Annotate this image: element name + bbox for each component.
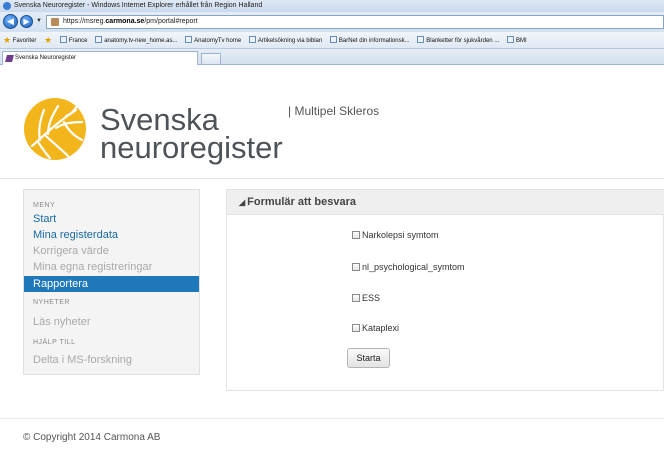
form-panel: ◢ Formulär att besvara Narkolepsi symtom … — [226, 189, 664, 391]
option-nl-psychological-symtom[interactable]: nl_psychological_symtom — [352, 262, 465, 272]
star-icon: ★ — [3, 35, 12, 45]
help-heading: HJÄLP TILL — [33, 339, 76, 346]
menu-heading: MENY — [33, 202, 56, 209]
sidebar-item-korrigera-varde[interactable]: Korrigera värde — [24, 243, 199, 259]
add-favorite-icon[interactable]: ★ — [44, 32, 52, 48]
page-icon — [329, 36, 337, 43]
bookmark-barnet[interactable]: BarNet din informationsk... — [329, 33, 410, 48]
sidebar-item-delta-i-ms-forskning[interactable]: Delta i MS-forskning — [24, 352, 199, 368]
checkbox[interactable] — [352, 263, 360, 271]
start-button[interactable]: Starta — [347, 348, 390, 368]
header-divider — [0, 178, 664, 179]
back-button[interactable]: ◀ — [3, 14, 18, 29]
neuroregister-logo-icon — [24, 98, 86, 160]
favorites-bar: ★ Favoriter ★ France anatomy.tv-new_home… — [0, 32, 664, 49]
page-icon — [185, 36, 193, 43]
url-prefix: https://msreg. — [63, 18, 106, 25]
page-header: Svenska neuroregister | Multipel Skleros — [0, 66, 664, 178]
bookmark-anatomy-tv[interactable]: anatomy.tv-new_home.as... — [95, 33, 177, 48]
window-title-bar: Svenska Neuroregister - Windows Internet… — [0, 0, 664, 12]
url-domain: carmona.se — [105, 18, 145, 25]
sidebar-item-start[interactable]: Start — [24, 211, 199, 227]
registry-subtitle: | Multipel Skleros — [288, 104, 380, 118]
sidebar-item-rapportera[interactable]: Rapportera — [24, 276, 199, 292]
forward-button[interactable]: ▶ — [20, 15, 33, 28]
checkbox[interactable] — [352, 294, 360, 302]
favorites-button[interactable]: ★ Favoriter — [0, 32, 36, 48]
sidebar-menu: MENY Start Mina registerdata Korrigera v… — [23, 189, 200, 375]
bookmark-bmi[interactable]: BMI — [506, 33, 527, 48]
page-icon — [95, 36, 103, 43]
panel-title: ◢ Formulär att besvara — [239, 196, 356, 208]
copyright-text: © Copyright 2014 Carmona AB — [23, 432, 161, 443]
panel-header: ◢ Formulär att besvara — [227, 190, 664, 215]
history-dropdown-icon[interactable]: ▼ — [36, 18, 42, 24]
option-kataplexi[interactable]: Kataplexi — [352, 323, 399, 333]
arrow-left-icon: ◀ — [7, 16, 14, 26]
option-narkolepsi-symtom[interactable]: Narkolepsi symtom — [352, 230, 439, 240]
option-ess[interactable]: ESS — [352, 293, 380, 303]
navigation-bar: ◀ ▶ ▼ https://msreg.carmona.se/pm/portal… — [0, 12, 664, 32]
tab-svenska-neuroregister[interactable]: Svenska Neuroregister — [2, 51, 198, 65]
address-bar[interactable]: https://msreg.carmona.se/pm/portal#repor… — [46, 15, 664, 29]
page-icon — [417, 36, 425, 43]
checkbox[interactable] — [352, 324, 360, 332]
page-icon — [59, 36, 67, 43]
bookmark-artikelsokning[interactable]: Artikelsökning via biblan — [248, 33, 322, 48]
ie-logo-icon — [3, 2, 11, 10]
checkbox[interactable] — [352, 231, 360, 239]
tab-title: Svenska Neuroregister — [15, 55, 77, 61]
site-favicon-icon — [5, 55, 14, 62]
page-icon — [506, 36, 514, 43]
bookmark-blanketter[interactable]: Blanketter för sjukvården ... — [417, 33, 499, 48]
tab-bar: Svenska Neuroregister — [0, 49, 664, 65]
brand-name-line2: neuroregister — [100, 130, 283, 165]
sidebar-item-las-nyheter[interactable]: Läs nyheter — [24, 314, 199, 330]
footer-divider — [0, 418, 664, 419]
bookmark-anatomytv-home[interactable]: AnatomyTv home — [185, 33, 241, 48]
url-path: /pm/portal#report — [144, 18, 198, 25]
arrow-right-icon: ▶ — [23, 17, 30, 26]
page-icon — [51, 18, 59, 26]
news-heading: NYHETER — [33, 299, 70, 306]
sidebar-item-mina-registerdata[interactable]: Mina registerdata — [24, 227, 199, 243]
new-tab-button[interactable] — [201, 53, 221, 65]
page-icon — [248, 36, 256, 43]
collapse-triangle-icon[interactable]: ◢ — [239, 198, 245, 207]
sidebar-item-mina-egna-registreringar[interactable]: Mina egna registreringar — [24, 259, 199, 275]
bookmark-france[interactable]: France — [59, 33, 88, 48]
window-title: Svenska Neuroregister - Windows Internet… — [14, 2, 263, 9]
